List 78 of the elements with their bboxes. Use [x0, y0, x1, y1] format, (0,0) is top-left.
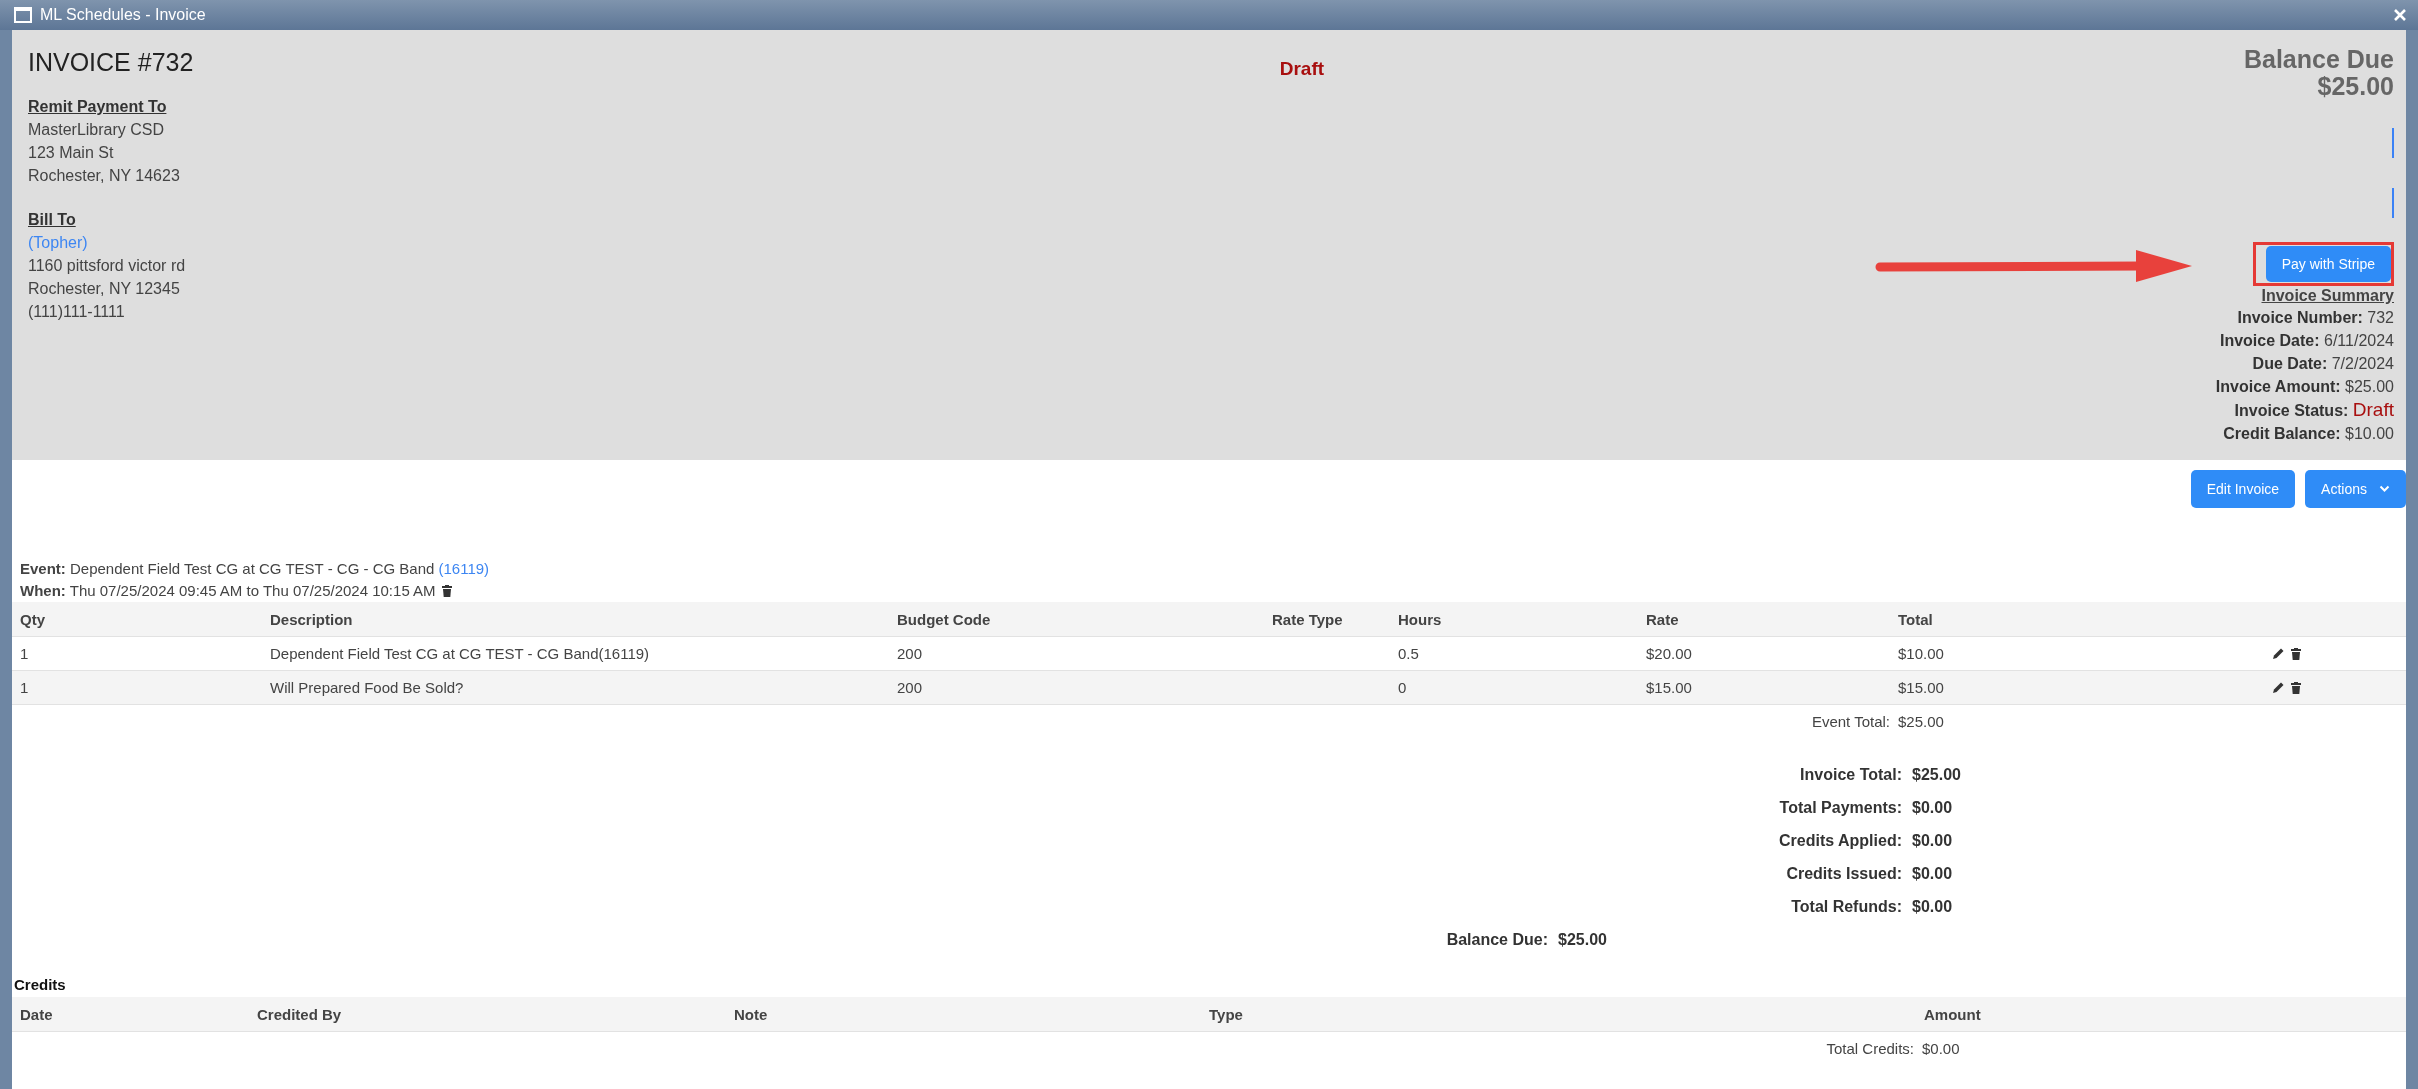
total-label: Invoice Total: — [1799, 765, 1902, 784]
summary-line: Credit Balance: $10.00 — [2223, 424, 2394, 444]
balance-due-label: Balance Due — [2243, 46, 2394, 73]
table-cell: $15.00 — [1898, 679, 1944, 696]
balance-due-value: $25.00 — [1558, 930, 1608, 949]
column-header: Hours — [1397, 610, 1443, 628]
table-cell: 1 — [20, 679, 29, 696]
delete-icon[interactable] — [2291, 681, 2301, 694]
address-line: MasterLibrary CSD — [28, 120, 166, 140]
column-header: Qty — [19, 610, 46, 628]
delete-icon[interactable] — [441, 585, 452, 597]
balance-due-label: Balance Due: — [1445, 930, 1548, 949]
event-time: When: Thu 07/25/2024 09:45 AM to Thu 07/25/2024 10:15 AM — [20, 581, 436, 601]
address-line: 123 Main St — [28, 143, 115, 163]
summary-line: Invoice Number: 732 — [2237, 308, 2394, 328]
toolbar-button[interactable]: Edit Invoice — [2190, 470, 2296, 508]
field-edge — [2392, 188, 2394, 218]
chevron-icon — [2379, 485, 2390, 493]
window-icon — [14, 7, 32, 23]
edit-icon[interactable] — [2272, 681, 2285, 694]
table-cell: 0.5 — [1398, 645, 1419, 662]
total-value: $0.00 — [1912, 831, 1954, 850]
pay-button[interactable]: Pay with Stripe — [2265, 246, 2391, 282]
column-header: Description — [269, 610, 354, 628]
field-edge — [2392, 128, 2394, 158]
credits-title: Credits — [14, 976, 67, 993]
address-line: Rochester, NY 12345 — [28, 279, 181, 299]
column-header: Total — [1897, 610, 1934, 628]
section-heading: Remit Payment To — [28, 97, 168, 117]
summary-line: Invoice Amount: $25.00 — [2215, 377, 2394, 397]
column-header: Date — [19, 1005, 54, 1023]
address-line: 1160 pittsford victor rd — [28, 256, 187, 276]
column-header: Type — [1208, 1005, 1244, 1023]
summary-line: Due Date: 7/2/2024 — [2252, 354, 2394, 374]
status-label: Draft — [1279, 58, 1325, 81]
total-label: Credits Issued: — [1785, 864, 1902, 883]
table-cell: $20.00 — [1646, 645, 1692, 662]
delete-icon[interactable] — [2291, 647, 2301, 660]
event-total-label: Event Total: — [1810, 712, 1890, 730]
section-heading: Invoice Summary — [2261, 286, 2394, 306]
column-header: Rate — [1645, 610, 1680, 628]
column-header: Rate Type — [1271, 610, 1344, 628]
section-heading: Bill To — [28, 210, 77, 230]
event-link[interactable]: (16119) — [438, 560, 490, 577]
total-label: Total Refunds: — [1790, 897, 1902, 916]
event-line: Event: Dependent Field Test CG at CG TEST - CG - CG Band (16119) — [20, 559, 491, 579]
summary-line: Invoice Status: Draft — [2234, 398, 2394, 422]
column-header: Amount — [1923, 1005, 1982, 1023]
toolbar-button[interactable]: Actions — [2305, 470, 2406, 508]
column-header: Budget Code — [896, 610, 992, 628]
total-credits-value: $0.00 — [1922, 1039, 1961, 1057]
total-value: $25.00 — [1912, 765, 1962, 784]
column-header: Note — [733, 1005, 769, 1023]
table-cell: $10.00 — [1898, 645, 1944, 662]
customer-link[interactable]: (Topher) — [28, 234, 88, 251]
balance-due-amount: $25.00 — [2317, 73, 2394, 100]
column-header: Credited By — [256, 1005, 343, 1023]
total-label: Total Payments: — [1778, 798, 1902, 817]
table-cell: 0 — [1398, 679, 1407, 696]
table-cell: Will Prepared Food Be Sold? — [270, 679, 464, 696]
summary-line: Invoice Date: 6/11/2024 — [2219, 331, 2394, 351]
address-line: (111)111-1111 — [28, 302, 126, 322]
total-value: $0.00 — [1912, 897, 1954, 916]
total-label: Credits Applied: — [1778, 831, 1902, 850]
address-line: Rochester, NY 14623 — [28, 166, 181, 186]
table-cell: Dependent Field Test CG at CG TEST - CG Band(16119) — [270, 645, 650, 662]
total-credits-label: Total Credits: — [1825, 1039, 1914, 1057]
invoice-title: INVOICE #732 — [28, 48, 195, 77]
event-total-value: $25.00 — [1898, 712, 1945, 730]
total-value: $0.00 — [1912, 864, 1954, 883]
window-title: ML Schedules - Invoice — [40, 6, 207, 24]
table-cell: $15.00 — [1646, 679, 1692, 696]
close-icon[interactable] — [2394, 9, 2406, 21]
table-cell: 200 — [897, 645, 923, 662]
table-cell: 1 — [20, 645, 29, 662]
total-value: $0.00 — [1912, 798, 1954, 817]
table-cell: 200 — [897, 679, 923, 696]
edit-icon[interactable] — [2272, 647, 2285, 660]
